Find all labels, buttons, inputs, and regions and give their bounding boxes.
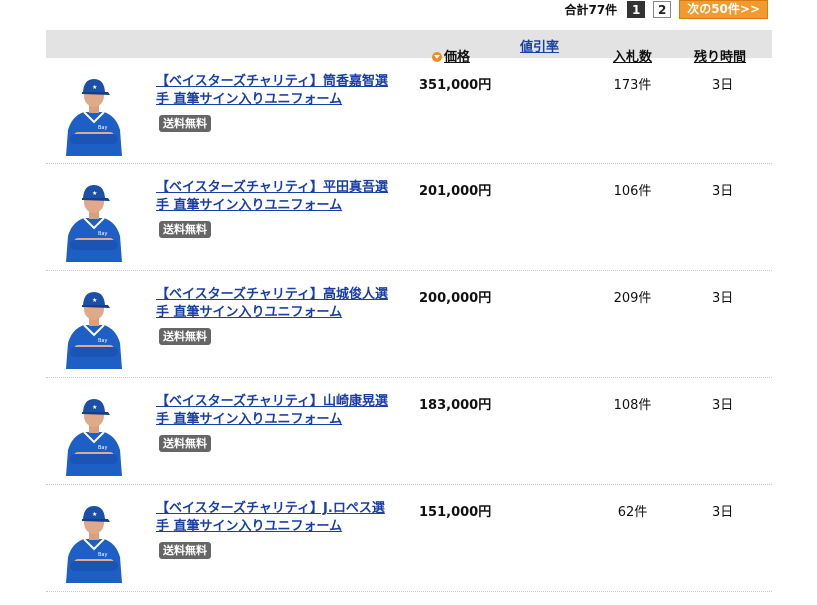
result-total: 合計77件 <box>564 3 618 17</box>
item-time-left: 3日 <box>712 78 734 93</box>
svg-text:★: ★ <box>92 297 97 304</box>
item-price: 201,000円 <box>419 184 492 199</box>
page-2-link[interactable]: 2 <box>653 1 672 18</box>
list-item: Bay ★ 【ベイスターズチャリティ】筒香嘉智選手 直筆サイン入りユニフォーム … <box>46 58 772 164</box>
svg-text:Bay: Bay <box>98 338 107 344</box>
results-table-header: 価格 値引率 入札数 残り時間 <box>46 30 772 65</box>
svg-text:Bay: Bay <box>98 125 107 131</box>
item-price: 151,000円 <box>419 505 492 520</box>
list-item: Bay ★ 【ベイスターズチャリティ】高城俊人選手 直筆サイン入りユニフォーム … <box>46 271 772 378</box>
item-price: 183,000円 <box>419 398 492 413</box>
sort-by-discount[interactable]: 値引率 <box>520 36 559 55</box>
list-item: Bay ★ 【ベイスターズチャリティ】平田真吾選手 直筆サイン入りユニフォーム … <box>46 164 772 271</box>
item-title-link[interactable]: 【ベイスターズチャリティ】筒香嘉智選手 直筆サイン入りユニフォーム <box>156 73 396 109</box>
svg-text:Bay: Bay <box>98 445 107 451</box>
results-list: Bay ★ 【ベイスターズチャリティ】筒香嘉智選手 直筆サイン入りユニフォーム … <box>46 58 772 592</box>
item-time-left: 3日 <box>712 184 734 199</box>
item-thumbnail[interactable]: Bay ★ <box>60 285 128 369</box>
pagination: 合計77件 1 2 次の50件>> <box>564 0 768 19</box>
next-page-button[interactable]: 次の50件>> <box>679 0 768 19</box>
item-bid-count: 209件 <box>613 291 652 306</box>
free-shipping-badge: 送料無料 <box>159 328 211 345</box>
item-price: 351,000円 <box>419 78 492 93</box>
svg-text:★: ★ <box>92 511 97 518</box>
item-thumbnail[interactable]: Bay ★ <box>60 72 128 156</box>
item-bid-count: 108件 <box>613 398 652 413</box>
svg-text:Bay: Bay <box>98 231 107 237</box>
svg-text:★: ★ <box>92 84 97 91</box>
item-title-link[interactable]: 【ベイスターズチャリティ】山崎康晃選手 直筆サイン入りユニフォーム <box>156 393 396 429</box>
item-price: 200,000円 <box>419 291 492 306</box>
page-1-current: 1 <box>627 1 646 18</box>
svg-text:★: ★ <box>92 190 97 197</box>
item-thumbnail[interactable]: Bay ★ <box>60 392 128 476</box>
svg-text:Bay: Bay <box>98 552 107 558</box>
item-bid-count: 62件 <box>617 505 648 520</box>
item-time-left: 3日 <box>712 291 734 306</box>
free-shipping-badge: 送料無料 <box>159 435 211 452</box>
item-title-link[interactable]: 【ベイスターズチャリティ】J.ロペス選手 直筆サイン入りユニフォーム <box>156 500 396 536</box>
item-time-left: 3日 <box>712 505 734 520</box>
item-thumbnail[interactable]: Bay ★ <box>60 178 128 262</box>
list-item: Bay ★ 【ベイスターズチャリティ】J.ロペス選手 直筆サイン入りユニフォーム… <box>46 485 772 592</box>
free-shipping-badge: 送料無料 <box>159 542 211 559</box>
free-shipping-badge: 送料無料 <box>159 221 211 238</box>
item-bid-count: 106件 <box>613 184 652 199</box>
item-thumbnail[interactable]: Bay ★ <box>60 499 128 583</box>
list-item: Bay ★ 【ベイスターズチャリティ】山崎康晃選手 直筆サイン入りユニフォーム … <box>46 378 772 485</box>
item-title-link[interactable]: 【ベイスターズチャリティ】平田真吾選手 直筆サイン入りユニフォーム <box>156 179 396 215</box>
svg-text:★: ★ <box>92 404 97 411</box>
item-bid-count: 173件 <box>613 78 652 93</box>
item-time-left: 3日 <box>712 398 734 413</box>
free-shipping-badge: 送料無料 <box>159 115 211 132</box>
item-title-link[interactable]: 【ベイスターズチャリティ】高城俊人選手 直筆サイン入りユニフォーム <box>156 286 396 322</box>
